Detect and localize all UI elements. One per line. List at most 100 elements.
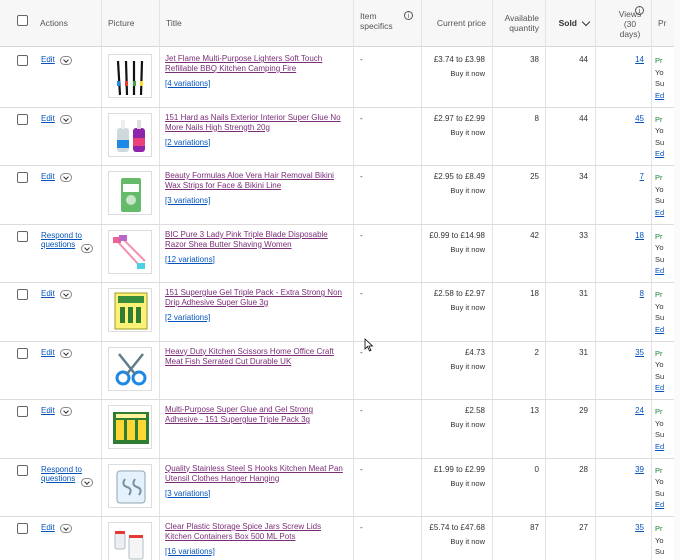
price-value: £3.74 to £3.98	[433, 55, 485, 64]
item-title-link[interactable]: Multi-Purpose Super Glue and Gel Strong …	[165, 405, 313, 424]
row-checkbox[interactable]	[17, 55, 28, 66]
available-quantity-value: 18	[530, 289, 539, 298]
item-thumbnail[interactable]	[108, 346, 152, 391]
buy-it-now-label: Buy it now	[450, 127, 485, 137]
item-thumbnail[interactable]	[108, 112, 152, 157]
item-specifics-value: -	[360, 523, 363, 532]
select-all-checkbox[interactable]	[17, 15, 28, 26]
row-action-dropdown[interactable]	[60, 114, 72, 124]
item-thumbnail[interactable]	[108, 54, 152, 98]
item-title-link[interactable]: BIC Pure 3 Lady Pink Triple Blade Dispos…	[165, 230, 328, 249]
row-action-dropdown[interactable]	[60, 290, 72, 299]
row-action-dropdown[interactable]	[81, 243, 93, 253]
info-icon[interactable]: i	[404, 11, 413, 20]
item-title-link[interactable]: Jet Flame Multi-Purpose Lighters Soft To…	[165, 54, 322, 73]
views-link[interactable]: 45	[595, 114, 644, 123]
views-link[interactable]: 24	[595, 406, 644, 415]
item-specifics-value: -	[360, 347, 363, 357]
views-link[interactable]: 35	[595, 348, 644, 357]
price-value: £2.58	[464, 406, 485, 415]
row-action-dropdown[interactable]	[81, 477, 93, 487]
buy-it-now-label: Buy it now	[450, 361, 485, 371]
truncated-column-cell: Pr Yo Su Ed	[655, 56, 665, 100]
header-title[interactable]: Title	[159, 0, 353, 46]
header-picture: Picture	[101, 0, 159, 46]
row-checkbox[interactable]	[17, 464, 28, 476]
header-current-price[interactable]: Current price	[421, 0, 492, 46]
row-checkbox[interactable]	[17, 523, 28, 534]
truncated-column-cell: Pr Yo Su Ed	[655, 348, 665, 393]
item-title-cell: Jet Flame Multi-Purpose Lighters Soft To…	[165, 54, 347, 74]
item-title-link[interactable]: Heavy Duty Kitchen Scissors Home Office …	[165, 347, 334, 366]
item-thumbnail[interactable]	[108, 463, 152, 508]
row-action-link[interactable]: Respond to questions	[41, 465, 85, 484]
price-value: £4.73	[464, 347, 485, 357]
item-title-cell: 151 Superglue Gel Triple Pack - Extra St…	[165, 288, 347, 308]
row-checkbox[interactable]	[17, 172, 28, 183]
item-thumbnail[interactable]	[108, 522, 152, 560]
item-thumbnail[interactable]	[108, 229, 152, 274]
item-title-link[interactable]: Clear Plastic Storage Spice Jars Screw L…	[165, 522, 321, 541]
views-link[interactable]: 18	[595, 231, 644, 240]
scrollbar[interactable]	[674, 0, 680, 560]
item-title-link[interactable]: 151 Superglue Gel Triple Pack - Extra St…	[165, 288, 342, 307]
item-title-cell: Clear Plastic Storage Spice Jars Screw L…	[165, 522, 347, 542]
sold-value: 34	[579, 172, 588, 181]
row-checkbox[interactable]	[17, 230, 28, 242]
row-checkbox[interactable]	[17, 347, 28, 359]
item-specifics-value: -	[360, 230, 363, 240]
price-value: £2.95 to £8.49	[433, 172, 485, 181]
header-item-specifics[interactable]: Item specifics i	[353, 0, 421, 46]
item-thumbnail[interactable]	[108, 288, 152, 332]
chevron-down-icon	[581, 17, 591, 26]
views-link[interactable]: 35	[595, 523, 644, 532]
price-value: £5.74 to £47.68	[429, 523, 485, 532]
variations-link[interactable]: [12 variations]	[165, 255, 215, 264]
sold-value: 44	[579, 55, 588, 64]
row-checkbox[interactable]	[17, 406, 28, 417]
mouse-cursor-icon	[364, 338, 374, 352]
header-views[interactable]: Views (30 days) i	[595, 0, 651, 46]
variations-cell: [3 variations]	[165, 196, 210, 205]
variations-link[interactable]: [3 variations]	[165, 489, 210, 498]
item-title-cell: BIC Pure 3 Lady Pink Triple Blade Dispos…	[165, 230, 347, 250]
available-quantity-value: 13	[530, 406, 539, 415]
sold-value: 31	[579, 289, 588, 298]
views-link[interactable]: 7	[595, 172, 644, 181]
views-link[interactable]: 39	[595, 465, 644, 474]
item-thumbnail[interactable]	[108, 405, 152, 449]
row-action-dropdown[interactable]	[60, 524, 72, 533]
sold-value: 28	[579, 464, 588, 474]
variations-link[interactable]: [4 variations]	[165, 79, 210, 88]
info-icon[interactable]: i	[635, 6, 644, 15]
variations-link[interactable]: [2 variations]	[165, 138, 210, 147]
row-action-dropdown[interactable]	[60, 56, 72, 65]
item-specifics-value: -	[360, 113, 363, 123]
views-link[interactable]: 8	[595, 289, 644, 298]
variations-link[interactable]: [16 variations]	[165, 547, 215, 556]
row-checkbox[interactable]	[17, 289, 28, 300]
row-action-link[interactable]: Respond to questions	[41, 231, 85, 250]
row-checkbox[interactable]	[17, 113, 28, 125]
item-thumbnail[interactable]	[108, 171, 152, 215]
truncated-column-cell: Pr Yo Su Ed	[655, 524, 665, 560]
variations-link[interactable]: [2 variations]	[165, 313, 210, 322]
variations-link[interactable]: [3 variations]	[165, 196, 210, 205]
buy-it-now-label: Buy it now	[450, 186, 485, 195]
item-specifics-value: -	[360, 55, 363, 64]
item-title-cell: Quality Stainless Steel S Hooks Kitchen …	[165, 464, 347, 484]
sold-value: 31	[579, 347, 588, 357]
item-title-link[interactable]: Quality Stainless Steel S Hooks Kitchen …	[165, 464, 343, 483]
header-sold[interactable]: Sold	[545, 0, 595, 46]
header-sold-label: Sold	[558, 18, 577, 28]
buy-it-now-label: Buy it now	[450, 303, 485, 312]
item-title-cell: Multi-Purpose Super Glue and Gel Strong …	[165, 405, 347, 425]
item-title-link[interactable]: Beauty Formulas Aloe Vera Hair Removal B…	[165, 171, 334, 190]
row-action-dropdown[interactable]	[60, 348, 72, 358]
item-title-link[interactable]: 151 Hard as Nails Exterior Interior Supe…	[165, 113, 341, 132]
views-link[interactable]: 14	[595, 55, 644, 64]
row-action-dropdown[interactable]	[60, 407, 72, 416]
header-available-quantity[interactable]: Available quantity	[492, 0, 545, 46]
row-action-dropdown[interactable]	[60, 173, 72, 182]
header-actions: Actions	[40, 18, 68, 28]
